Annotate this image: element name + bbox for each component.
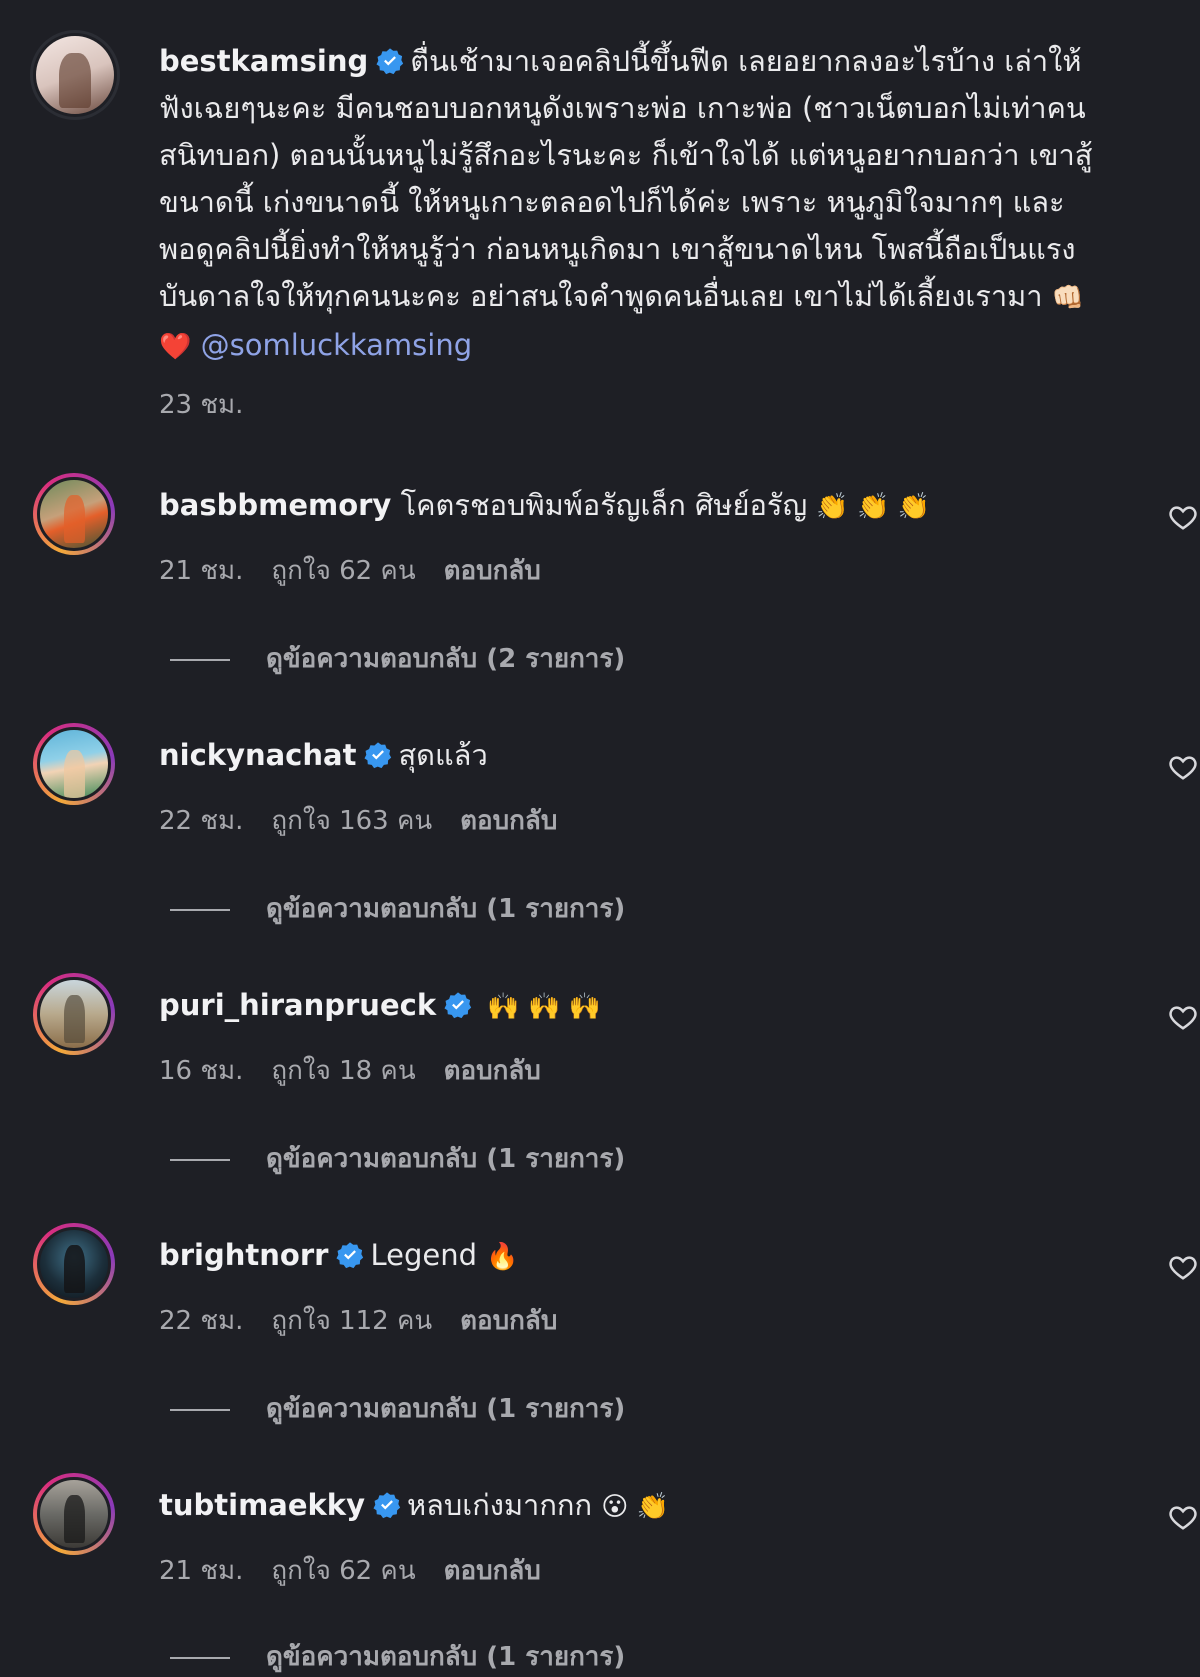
comment-emoji: 👏 👏 👏 (816, 492, 931, 522)
comment-meta: 21 ชม. ถูกใจ 62 คน ตอบกลับ (159, 550, 569, 591)
comment-text: Legend (370, 1238, 477, 1272)
view-replies-label: ดูข้อความตอบกลับ (1 รายการ) (266, 1394, 626, 1424)
view-replies-button[interactable]: ดูข้อความตอบกลับ (1 รายการ) (170, 1636, 625, 1677)
view-replies-divider (170, 1158, 230, 1161)
comment-meta: 21 ชม. ถูกใจ 62 คน ตอบกลับ (159, 1550, 569, 1591)
comment-time: 21 ชม. (159, 1556, 244, 1586)
comment-meta: 22 ชม. ถูกใจ 112 คน ตอบกลับ (159, 1300, 585, 1341)
comment-username[interactable]: tubtimaekky (159, 1488, 365, 1522)
comment-time: 22 ชม. (159, 806, 244, 836)
comment-avatar[interactable] (33, 1223, 115, 1305)
comment-username[interactable]: basbbmemory (159, 488, 391, 522)
view-replies-divider (170, 908, 230, 911)
comment-text-line: tubtimaekky หลบเก่งมากกก 😮 👏 (159, 1482, 1110, 1531)
view-replies-label: ดูข้อความตอบกลับ (1 รายการ) (266, 894, 626, 924)
reply-button[interactable]: ตอบกลับ (460, 1306, 557, 1336)
reply-button[interactable]: ตอบกลับ (444, 556, 541, 586)
comment-avatar[interactable] (33, 973, 115, 1055)
reply-button[interactable]: ตอบกลับ (460, 806, 557, 836)
comment-text-line: brightnorr Legend 🔥 (159, 1232, 1110, 1281)
reply-button[interactable]: ตอบกลับ (444, 1056, 541, 1086)
post-meta: 23 ชม. (159, 384, 271, 425)
heart-icon[interactable] (1168, 1252, 1198, 1282)
view-replies-button[interactable]: ดูข้อความตอบกลับ (1 รายการ) (170, 888, 625, 929)
comment-avatar[interactable] (33, 1473, 115, 1555)
comment-emoji: 😮 👏 (601, 1492, 669, 1522)
view-replies-label: ดูข้อความตอบกลับ (2 รายการ) (266, 644, 626, 674)
view-replies-button[interactable]: ดูข้อความตอบกลับ (2 รายการ) (170, 638, 625, 679)
comment-text: สุดแล้ว (398, 738, 488, 772)
comment-text-line: puri_hiranprueck 🙌 🙌 🙌 (159, 982, 1110, 1031)
comment-likes[interactable]: ถูกใจ 163 คน (271, 806, 432, 836)
comment-time: 16 ชม. (159, 1056, 244, 1086)
comment-username[interactable]: nickynachat (159, 738, 356, 772)
view-replies-divider (170, 1408, 230, 1411)
view-replies-divider (170, 1656, 230, 1659)
comment-likes[interactable]: ถูกใจ 62 คน (271, 1556, 415, 1586)
heart-icon[interactable] (1168, 1502, 1198, 1532)
comment-avatar[interactable] (33, 723, 115, 805)
comment-text-line: basbbmemory โคตรชอบพิมพ์อรัญเล็ก ศิษย์อร… (159, 482, 1110, 531)
comment-emoji: 🙌 🙌 🙌 (487, 992, 601, 1022)
comment-meta: 22 ชม. ถูกใจ 163 คน ตอบกลับ (159, 800, 585, 841)
post-caption: bestkamsing ตื่นเช้ามาเจอคลิปนี้ขึ้นฟีด เ… (159, 38, 1110, 371)
heart-icon[interactable] (1168, 1002, 1198, 1032)
post-mention-link[interactable]: @somluckkamsing (201, 328, 473, 362)
view-replies-button[interactable]: ดูข้อความตอบกลับ (1 รายการ) (170, 1388, 625, 1429)
comment-likes[interactable]: ถูกใจ 18 คน (271, 1056, 415, 1086)
verified-badge-icon (376, 48, 404, 75)
view-replies-label: ดูข้อความตอบกลับ (1 รายการ) (266, 1642, 626, 1672)
comment-text: หลบเก่งมากกก (407, 1488, 593, 1522)
comment-username[interactable]: brightnorr (159, 1238, 328, 1272)
post-author-username[interactable]: bestkamsing (159, 44, 368, 78)
comment-avatar[interactable] (33, 473, 115, 555)
comment-text-line: nickynachat สุดแล้ว (159, 732, 1110, 779)
heart-icon[interactable] (1168, 752, 1198, 782)
verified-badge-icon (364, 742, 392, 769)
verified-badge-icon (444, 992, 472, 1019)
comment-username[interactable]: puri_hiranprueck (159, 988, 436, 1022)
heart-icon[interactable] (1168, 502, 1198, 532)
verified-badge-icon (373, 1492, 401, 1519)
comment-meta: 16 ชม. ถูกใจ 18 คน ตอบกลับ (159, 1050, 569, 1091)
comment-time: 21 ชม. (159, 556, 244, 586)
post-author-avatar[interactable] (30, 30, 120, 120)
view-replies-divider (170, 658, 230, 661)
comment-likes[interactable]: ถูกใจ 112 คน (271, 1306, 432, 1336)
post-time: 23 ชม. (159, 390, 244, 420)
post-caption-text: ตื่นเช้ามาเจอคลิปนี้ขึ้นฟีด เลยอยากลงอะไ… (159, 44, 1093, 313)
verified-badge-icon (336, 1242, 364, 1269)
view-replies-button[interactable]: ดูข้อความตอบกลับ (1 รายการ) (170, 1138, 625, 1179)
comment-time: 22 ชม. (159, 1306, 244, 1336)
comment-likes[interactable]: ถูกใจ 62 คน (271, 556, 415, 586)
view-replies-label: ดูข้อความตอบกลับ (1 รายการ) (266, 1144, 626, 1174)
comment-emoji: 🔥 (486, 1242, 519, 1272)
comment-text: โคตรชอบพิมพ์อรัญเล็ก ศิษย์อรัญ (400, 488, 808, 522)
reply-button[interactable]: ตอบกลับ (444, 1556, 541, 1586)
